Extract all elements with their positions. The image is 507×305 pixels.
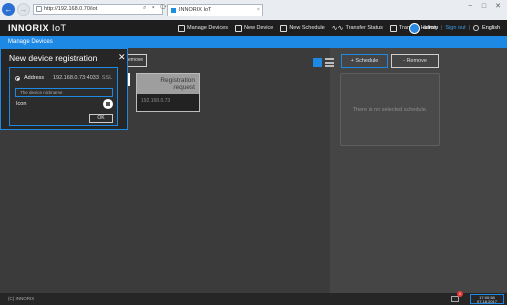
icon-picker-button[interactable] — [103, 99, 113, 109]
user-area: admin | Sign out | English — [409, 22, 500, 34]
menu-manage-devices[interactable]: Manage Devices — [178, 23, 228, 33]
favicon-icon — [171, 8, 176, 13]
checkbox-icon — [178, 24, 185, 32]
divider: | — [468, 25, 471, 31]
copyright-text: (C) INNORIX — [8, 296, 35, 301]
ok-button[interactable]: OK — [89, 114, 113, 123]
section-title-bar: Manage Devices — [0, 36, 507, 48]
back-button[interactable]: ← — [2, 3, 15, 16]
device-icon — [106, 102, 110, 106]
clock-date: 07.18.2017 — [476, 298, 498, 304]
footer: (C) INNORIX 1 17:00:58 07.18.2017 — [0, 291, 507, 305]
address-text: http://192.168.0.70/iot — [44, 6, 98, 12]
menu-label: Manage Devices — [187, 25, 228, 31]
globe-icon — [473, 25, 480, 31]
username: admin — [423, 25, 438, 31]
close-window-button[interactable]: ✕ — [491, 2, 505, 12]
window-controls: − □ ✕ — [463, 2, 505, 12]
mail-count-badge: 1 — [457, 291, 463, 297]
schedule-panel: There is no selected schedule. — [340, 73, 440, 146]
sign-out-link[interactable]: Sign out — [445, 22, 465, 34]
address-tools[interactable]: ⌕ ▾ ⟳ — [143, 4, 169, 13]
language-selector[interactable]: English — [482, 22, 500, 34]
address-label: Address — [24, 75, 45, 81]
maximize-button[interactable]: □ — [477, 2, 491, 12]
menu-transfer-status[interactable]: ∿∿ Transfer Status — [332, 23, 383, 33]
empty-schedule-text: There is no selected schedule. — [352, 106, 428, 113]
close-icon[interactable]: ✕ — [118, 52, 126, 63]
app-logo[interactable]: INNORIX IoT — [8, 23, 67, 33]
address-radio[interactable] — [15, 76, 20, 81]
address-text: 192.168.0.73:4033 — [53, 75, 99, 81]
divider: | — [440, 25, 443, 31]
wave-icon: ∿∿ — [331, 24, 344, 32]
menu-label: New Schedule — [289, 25, 325, 31]
menu-new-schedule[interactable]: New Schedule — [280, 23, 325, 33]
text-cursor — [128, 73, 130, 86]
menu-new-device[interactable]: New Device — [234, 23, 274, 33]
top-menu: Manage Devices New Device New Schedule ∿… — [178, 23, 438, 33]
mail-icon[interactable] — [451, 296, 459, 302]
add-schedule-button[interactable]: + Schedule — [341, 54, 388, 68]
clock: 17:00:58 07.18.2017 — [470, 294, 504, 304]
new-device-dialog: New device registration ✕ Address 192.16… — [0, 48, 128, 130]
registration-request-card[interactable]: Registration request 192.168.0.73 — [136, 73, 200, 112]
minimize-button[interactable]: − — [463, 2, 477, 12]
logo-text: INNORIX — [8, 23, 50, 33]
document-icon — [389, 24, 397, 32]
calendar-icon — [280, 24, 288, 32]
menu-label: Transfer Status — [345, 25, 383, 31]
app-header: INNORIX IoT Manage Devices New Device New… — [0, 20, 507, 36]
monitor-icon — [234, 24, 242, 32]
icon-label: Icon — [16, 101, 27, 107]
card-ip: 192.168.0.73 — [141, 98, 171, 104]
dialog-title: New device registration — [9, 53, 98, 63]
nickname-input[interactable]: The device nickname — [15, 88, 113, 97]
card-title-line1: Registration — [160, 77, 195, 84]
grid-view-icon[interactable] — [313, 58, 322, 67]
browser-titlebar: ← → http://192.168.0.70/iot ⌕ ▾ ⟳ INNORI… — [0, 0, 507, 21]
forward-button[interactable]: → — [17, 3, 30, 16]
card-header: Registration request — [137, 74, 199, 94]
browser-tab[interactable]: INNORIX IoT × — [167, 4, 263, 16]
dialog-body: Address 192.168.0.73:4033 SSL The device … — [9, 67, 118, 126]
ssl-label: SSL — [101, 75, 113, 81]
avatar[interactable] — [409, 22, 420, 34]
address-value: 192.168.0.73:4033 SSL — [53, 75, 112, 81]
logo-suffix: IoT — [52, 23, 67, 33]
page-icon — [36, 6, 42, 12]
card-title-line2: request — [173, 84, 195, 91]
menu-label: New Device — [243, 25, 274, 31]
tab-title: INNORIX IoT — [179, 7, 212, 13]
remove-schedule-button[interactable]: - Remove — [391, 54, 439, 68]
list-view-icon[interactable] — [325, 58, 334, 67]
tab-close-icon[interactable]: × — [257, 5, 260, 16]
